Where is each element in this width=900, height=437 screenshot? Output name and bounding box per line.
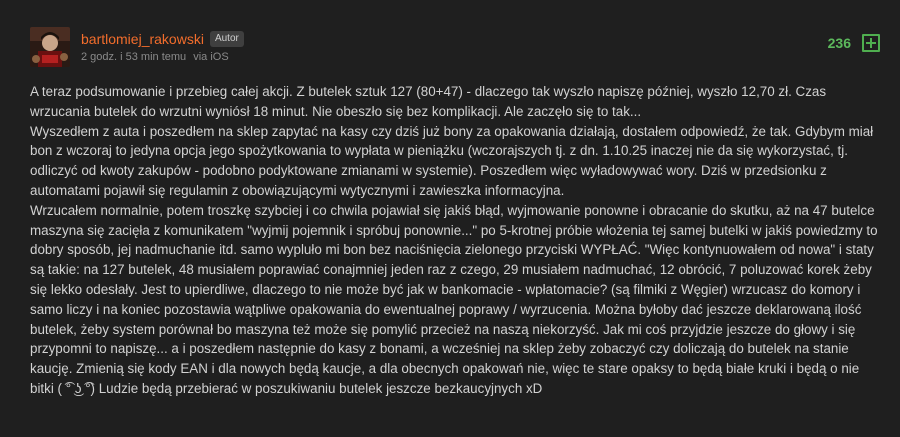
- author-name-link[interactable]: bartlomiej_rakowski: [81, 31, 204, 47]
- author-badge: Autor: [209, 31, 244, 47]
- post-source: via iOS: [193, 51, 229, 63]
- post-body: A teraz podsumowanie i przebieg całej ak…: [30, 82, 882, 399]
- vote-box: 236: [828, 34, 880, 52]
- plus-icon: [866, 38, 876, 48]
- upvote-button[interactable]: [862, 34, 880, 52]
- post-paragraph: Wyszedłem z auta i poszedłem na sklep za…: [30, 123, 877, 198]
- post-timestamp[interactable]: 2 godz. i 53 min temu: [81, 51, 186, 63]
- post-meta: 2 godz. i 53 min temu via iOS: [81, 51, 229, 63]
- post-paragraph: Wrzucałem normalnie, potem troszkę szybc…: [30, 202, 882, 396]
- avatar-image: [30, 27, 70, 67]
- post-header: bartlomiej_rakowski Autor 2 godz. i 53 m…: [0, 0, 900, 80]
- author-line: bartlomiej_rakowski Autor: [81, 29, 244, 49]
- post-entry: bartlomiej_rakowski Autor 2 godz. i 53 m…: [0, 0, 900, 437]
- avatar[interactable]: [30, 27, 70, 67]
- vote-count: 236: [827, 35, 851, 51]
- post-paragraph: A teraz podsumowanie i przebieg całej ak…: [30, 84, 830, 119]
